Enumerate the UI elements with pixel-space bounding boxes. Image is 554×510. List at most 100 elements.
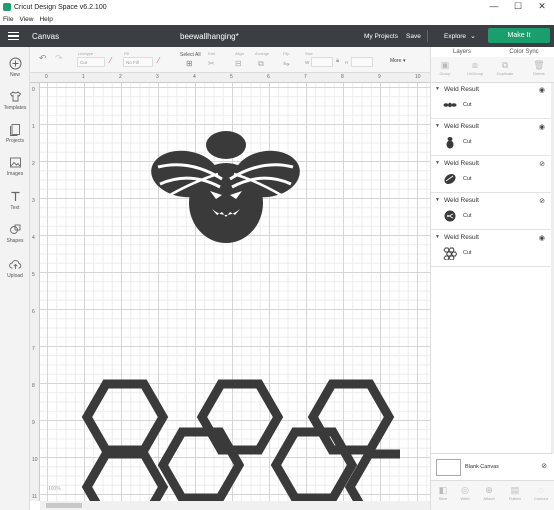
layer-operation: Cut <box>463 213 472 219</box>
eye-off-icon[interactable]: ⊘ <box>541 462 547 470</box>
duplicate-button[interactable]: ⧉ Duplicate <box>493 60 517 76</box>
layer-actions-toolbar: ◧ Slice ◎ Weld ⊕ Attach ▤ Flatten ◌ Contour <box>431 480 554 510</box>
my-projects-link[interactable]: My Projects <box>364 33 398 40</box>
nav-images[interactable]: Images <box>0 156 30 177</box>
layer-item[interactable]: ▼ Weld Result ⊘ Cut <box>431 194 553 230</box>
ruler-left-tick: 2 <box>32 161 35 167</box>
blank-canvas-layer[interactable]: Blank Canvas ⊘ <box>431 453 553 479</box>
plus-icon <box>9 57 22 70</box>
ruler-left-tick: 0 <box>32 87 35 93</box>
menu-file[interactable]: File <box>0 16 16 23</box>
ruler-top-tick: 9 <box>378 74 381 80</box>
bee-wing-icon <box>444 173 456 185</box>
nav-projects[interactable]: Projects <box>0 123 30 144</box>
chevron-down-icon[interactable]: ▼ <box>435 160 440 166</box>
chevron-down-icon[interactable]: ▼ <box>435 86 440 92</box>
linetype-label: Linetype <box>78 51 94 56</box>
layer-item[interactable]: ▼ Weld Result ◉ Cut <box>431 231 553 267</box>
ruler-top-tick: 3 <box>156 74 159 80</box>
save-button[interactable]: Save <box>406 33 421 40</box>
nav-new-label: New <box>9 72 20 78</box>
size-label: Size <box>305 51 313 56</box>
maximize-button[interactable]: ☐ <box>506 0 530 14</box>
nav-projects-label: Projects <box>5 138 25 144</box>
close-button[interactable]: ✕ <box>530 0 554 14</box>
layer-item[interactable]: ▼ Weld Result ⊘ Cut <box>431 157 553 193</box>
ruler-left-tick: 4 <box>32 235 35 241</box>
ruler-top-tick: 7 <box>304 74 307 80</box>
hamburger-menu-icon[interactable] <box>0 25 26 47</box>
eye-off-icon[interactable]: ⊘ <box>539 197 545 205</box>
chevron-down-icon[interactable]: ▼ <box>435 123 440 129</box>
layer-item[interactable]: ▼ Weld Result ◉ Cut <box>431 120 553 156</box>
group-button[interactable]: ▣ Group <box>433 60 457 76</box>
zoom-level[interactable]: 100% <box>48 486 61 492</box>
select-all-label: Select All <box>180 52 201 58</box>
more-button[interactable]: More <box>390 58 401 64</box>
nav-text[interactable]: Text <box>0 190 30 211</box>
scroll-thumb[interactable] <box>46 503 82 508</box>
contour-button[interactable]: ◌ Contour <box>529 485 553 501</box>
make-it-button[interactable]: Make It <box>488 28 550 43</box>
attach-icon: ⊕ <box>485 485 493 495</box>
menu-help[interactable]: Help <box>36 16 55 23</box>
ruler-top-tick: 2 <box>119 74 122 80</box>
layer-item[interactable]: ▼ Weld Result ◉ Cut <box>431 83 553 119</box>
width-input[interactable] <box>311 57 333 67</box>
weld-button[interactable]: ◎ Weld <box>453 485 477 501</box>
delete-button[interactable]: 🗑︎ Delete <box>527 60 551 76</box>
app-icon <box>3 3 11 11</box>
linetype-color-icon[interactable]: ⁄ <box>110 56 111 65</box>
layer-title: Weld Result <box>444 86 479 93</box>
more-chevron-icon[interactable]: ▾ <box>403 58 406 64</box>
header-divider <box>427 30 428 42</box>
ruler-left: 0 1 2 3 4 5 6 7 8 9 10 11 <box>30 83 40 501</box>
explore-link[interactable]: Explore <box>444 33 466 40</box>
edit-icon[interactable]: ✂ <box>208 59 215 68</box>
flatten-button[interactable]: ▤ Flatten <box>503 485 527 501</box>
lock-icon[interactable]: 🔒︎ <box>336 58 339 65</box>
align-icon[interactable]: ⊟ <box>235 59 242 68</box>
size-h-label: H <box>345 60 349 65</box>
honeycomb-design[interactable] <box>80 377 400 501</box>
undo-icon[interactable]: ↶ <box>39 53 47 64</box>
eye-off-icon[interactable]: ⊘ <box>539 160 545 168</box>
ruler-left-tick: 7 <box>32 346 35 352</box>
layer-operation: Cut <box>463 102 472 108</box>
layers-toolbar: ▣ Group ⧈ UnGroup ⧉ Duplicate 🗑︎ Delete <box>431 57 554 83</box>
layer-operation: Cut <box>463 250 472 256</box>
panel-tabs: Layers Color Sync <box>431 47 554 57</box>
chevron-down-icon[interactable]: ⌄ <box>470 32 476 40</box>
nav-new[interactable]: New <box>0 57 30 78</box>
minimize-button[interactable]: — <box>482 0 506 14</box>
nav-shapes[interactable]: Shapes <box>0 223 30 244</box>
ruler-left-tick: 10 <box>32 457 38 463</box>
bee-design[interactable] <box>150 129 300 244</box>
horizontal-scrollbar[interactable] <box>40 501 430 510</box>
canvas-color-swatch[interactable] <box>436 459 461 476</box>
fill-color-icon[interactable]: ⁄ <box>158 56 159 65</box>
attach-button[interactable]: ⊕ Attach <box>477 485 501 501</box>
group-icon: ▣ <box>440 60 450 70</box>
eye-icon[interactable]: ◉ <box>539 234 545 242</box>
redo-icon[interactable]: ↷ <box>55 53 63 64</box>
eye-icon[interactable]: ◉ <box>539 86 545 94</box>
chevron-down-icon[interactable]: ▼ <box>435 197 440 203</box>
eye-icon[interactable]: ◉ <box>539 123 545 131</box>
menu-view[interactable]: View <box>16 16 36 23</box>
design-canvas[interactable] <box>40 83 430 501</box>
arrange-icon[interactable]: ⧉ <box>258 59 264 69</box>
select-all-icon[interactable]: ⊞ <box>186 59 193 68</box>
nav-upload[interactable]: Upload <box>0 258 30 279</box>
edit-label: Edit <box>208 51 215 56</box>
height-input[interactable] <box>351 57 373 67</box>
slice-button[interactable]: ◧ Slice <box>431 485 455 501</box>
tab-color-sync[interactable]: Color Sync <box>493 47 554 57</box>
flip-icon[interactable]: ⇋ <box>283 59 290 68</box>
chevron-down-icon[interactable]: ▼ <box>435 234 440 240</box>
ungroup-button[interactable]: ⧈ UnGroup <box>463 60 487 76</box>
ruler-top-tick: 0 <box>45 74 48 80</box>
tab-layers[interactable]: Layers <box>431 47 493 57</box>
nav-templates[interactable]: Templates <box>0 90 30 111</box>
trash-icon: 🗑︎ <box>533 60 545 70</box>
